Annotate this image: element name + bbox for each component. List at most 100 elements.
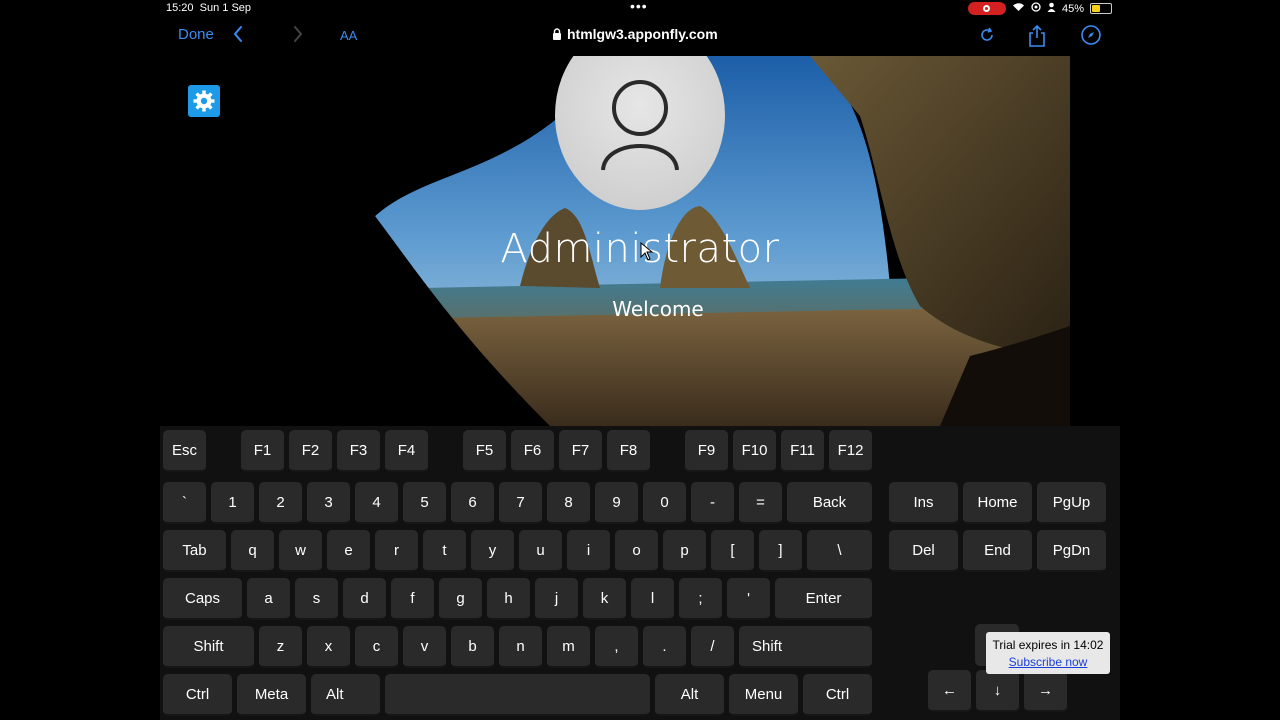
key-5[interactable]: 5 — [403, 482, 446, 524]
key-2[interactable]: 2 — [259, 482, 302, 524]
reload-icon[interactable] — [978, 26, 996, 49]
key-i[interactable]: i — [567, 530, 610, 572]
key-right-alt[interactable]: Alt — [655, 674, 724, 716]
key-0[interactable]: 0 — [643, 482, 686, 524]
key-pgup[interactable]: PgUp — [1037, 482, 1106, 524]
key-semicolon[interactable]: ; — [679, 578, 722, 620]
key-x[interactable]: x — [307, 626, 350, 668]
key-q[interactable]: q — [231, 530, 274, 572]
key-l[interactable]: l — [631, 578, 674, 620]
key-4[interactable]: 4 — [355, 482, 398, 524]
key-d[interactable]: d — [343, 578, 386, 620]
key-f7[interactable]: F7 — [559, 430, 602, 472]
key-f11[interactable]: F11 — [781, 430, 824, 472]
key-slash[interactable]: / — [691, 626, 734, 668]
key-3[interactable]: 3 — [307, 482, 350, 524]
key-esc[interactable]: Esc — [163, 430, 206, 472]
key-arrow-left[interactable]: ← — [928, 670, 971, 712]
key-f12[interactable]: F12 — [829, 430, 872, 472]
key-backslash[interactable]: \ — [807, 530, 872, 572]
login-status: Welcome — [612, 297, 704, 321]
key-ins[interactable]: Ins — [889, 482, 958, 524]
key-left-alt[interactable]: Alt — [311, 674, 380, 716]
address-bar[interactable]: htmlgw3.apponfly.com — [552, 26, 718, 42]
text-size-button[interactable]: AA — [340, 28, 357, 43]
key-r[interactable]: r — [375, 530, 418, 572]
key-menu[interactable]: Menu — [729, 674, 798, 716]
key-g[interactable]: g — [439, 578, 482, 620]
key-f10[interactable]: F10 — [733, 430, 776, 472]
key-m[interactable]: m — [547, 626, 590, 668]
key-f[interactable]: f — [391, 578, 434, 620]
key-8[interactable]: 8 — [547, 482, 590, 524]
key-j[interactable]: j — [535, 578, 578, 620]
key-7[interactable]: 7 — [499, 482, 542, 524]
key-right-bracket[interactable]: ] — [759, 530, 802, 572]
key-a[interactable]: a — [247, 578, 290, 620]
person-icon — [1047, 2, 1056, 15]
key-left-shift[interactable]: Shift — [163, 626, 254, 668]
key-p[interactable]: p — [663, 530, 706, 572]
key-pgdn[interactable]: PgDn — [1037, 530, 1106, 572]
key-f5[interactable]: F5 — [463, 430, 506, 472]
key-right-shift[interactable]: Shift — [739, 626, 872, 668]
key-arrow-right[interactable]: → — [1024, 670, 1067, 712]
subscribe-link[interactable]: Subscribe now — [986, 654, 1110, 671]
key-f9[interactable]: F9 — [685, 430, 728, 472]
key-t[interactable]: t — [423, 530, 466, 572]
key-equals[interactable]: = — [739, 482, 782, 524]
key-meta[interactable]: Meta — [237, 674, 306, 716]
share-icon[interactable] — [1027, 24, 1047, 53]
key-z[interactable]: z — [259, 626, 302, 668]
done-button[interactable]: Done — [178, 26, 214, 43]
browser-toolbar: Done AA htmlgw3.apponfly.com — [160, 18, 1120, 54]
key-del[interactable]: Del — [889, 530, 958, 572]
key-enter[interactable]: Enter — [775, 578, 872, 620]
key-v[interactable]: v — [403, 626, 446, 668]
key-f8[interactable]: F8 — [607, 430, 650, 472]
key-n[interactable]: n — [499, 626, 542, 668]
key-caps[interactable]: Caps — [163, 578, 242, 620]
key-f4[interactable]: F4 — [385, 430, 428, 472]
key-f1[interactable]: F1 — [241, 430, 284, 472]
key-right-ctrl[interactable]: Ctrl — [803, 674, 872, 716]
key-h[interactable]: h — [487, 578, 530, 620]
key-end[interactable]: End — [963, 530, 1032, 572]
key-minus[interactable]: - — [691, 482, 734, 524]
key-c[interactable]: c — [355, 626, 398, 668]
key-tab[interactable]: Tab — [163, 530, 226, 572]
key-f2[interactable]: F2 — [289, 430, 332, 472]
key-backspace[interactable]: Back — [787, 482, 872, 524]
key-w[interactable]: w — [279, 530, 322, 572]
key-k[interactable]: k — [583, 578, 626, 620]
key-s[interactable]: s — [295, 578, 338, 620]
back-icon[interactable] — [232, 23, 244, 50]
key-arrow-down[interactable]: ↓ — [976, 670, 1019, 712]
location-icon — [1031, 2, 1041, 15]
key-left-ctrl[interactable]: Ctrl — [163, 674, 232, 716]
key-b[interactable]: b — [451, 626, 494, 668]
settings-gear-button[interactable] — [188, 85, 220, 117]
multitask-dots[interactable]: ••• — [630, 0, 648, 14]
key-comma[interactable]: , — [595, 626, 638, 668]
key-backtick[interactable]: ` — [163, 482, 206, 524]
key-u[interactable]: u — [519, 530, 562, 572]
key-f6[interactable]: F6 — [511, 430, 554, 472]
key-y[interactable]: y — [471, 530, 514, 572]
compass-icon[interactable] — [1080, 24, 1102, 51]
battery-icon — [1090, 3, 1112, 14]
key-home[interactable]: Home — [963, 482, 1032, 524]
forward-icon[interactable] — [292, 23, 304, 50]
key-1[interactable]: 1 — [211, 482, 254, 524]
key-e[interactable]: e — [327, 530, 370, 572]
key-space[interactable] — [385, 674, 650, 716]
remote-desktop-view[interactable]: Administrator Welcome — [160, 56, 1070, 426]
key-f3[interactable]: F3 — [337, 430, 380, 472]
key-9[interactable]: 9 — [595, 482, 638, 524]
key-left-bracket[interactable]: [ — [711, 530, 754, 572]
screen-recording-icon[interactable] — [967, 2, 1006, 15]
key-quote[interactable]: ' — [727, 578, 770, 620]
key-o[interactable]: o — [615, 530, 658, 572]
key-period[interactable]: . — [643, 626, 686, 668]
key-6[interactable]: 6 — [451, 482, 494, 524]
